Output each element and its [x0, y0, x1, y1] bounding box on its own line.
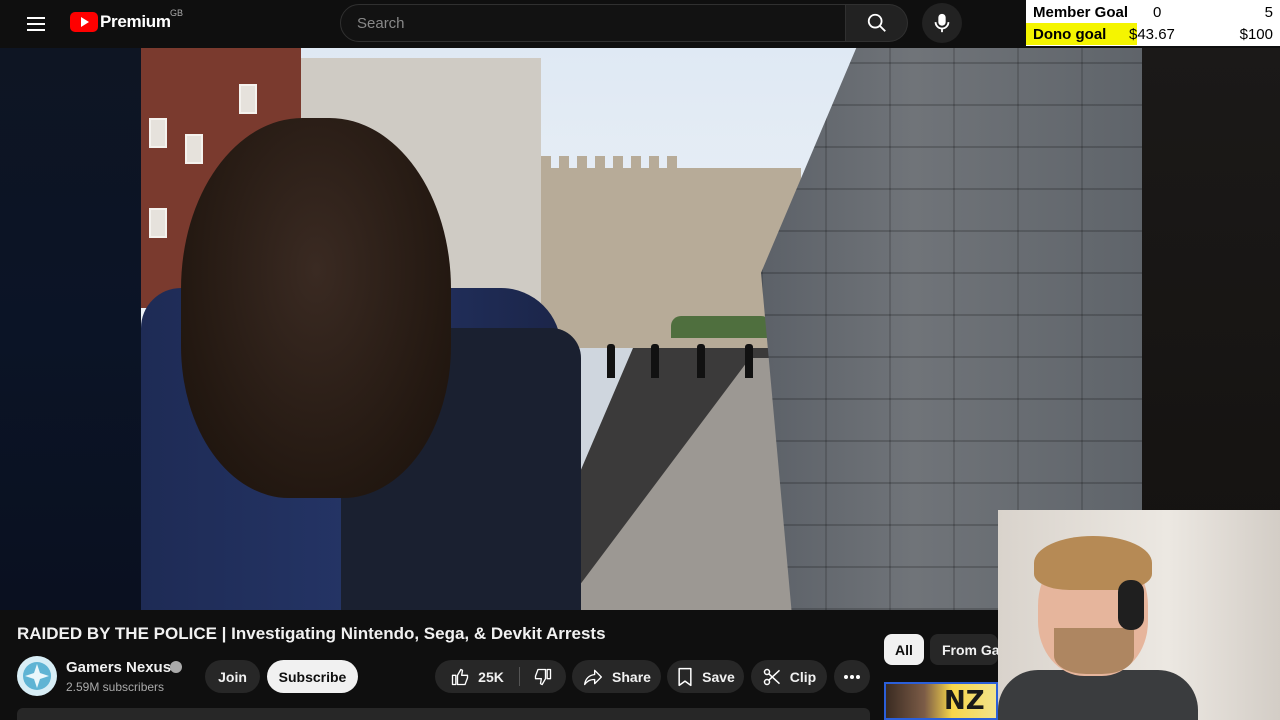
dono-goal-label: Dono goal [1033, 25, 1107, 43]
dislike-button[interactable] [520, 660, 566, 693]
video-bollard [651, 344, 659, 378]
member-goal-current: 0 [1153, 3, 1162, 21]
member-goal-row: Member Goal 0 5 [1026, 1, 1280, 23]
search-icon [867, 13, 886, 32]
subscriber-count: 2.59M subscribers [66, 680, 165, 694]
clip-button[interactable]: Clip [751, 660, 827, 693]
dono-goal-target: $100 [1239, 25, 1273, 43]
channel-name[interactable]: Gamers Nexus [66, 659, 171, 676]
like-dislike-group: 25K [435, 660, 566, 693]
chip-from-channel[interactable]: From Gamers Nexus [930, 634, 998, 665]
video-person [141, 108, 581, 610]
subscribe-button[interactable]: Subscribe [267, 660, 358, 693]
headset-icon [1118, 580, 1144, 630]
member-goal-label: Member Goal [1033, 3, 1129, 21]
more-actions-button[interactable] [834, 660, 870, 693]
region-code: GB [170, 8, 184, 18]
webcam-person-beard [1054, 628, 1134, 674]
save-label: Save [702, 668, 735, 685]
thumbnail-text: NZ [944, 686, 985, 716]
channel-avatar[interactable] [17, 656, 57, 696]
save-button[interactable]: Save [667, 660, 744, 693]
chip-all[interactable]: All [884, 634, 924, 665]
dono-goal-current: $43.67 [1129, 25, 1175, 43]
mic-icon [934, 13, 950, 33]
search-bar [340, 4, 908, 42]
member-goal-target: 5 [1264, 3, 1273, 21]
clip-icon [763, 668, 780, 685]
join-button[interactable]: Join [205, 660, 260, 693]
clip-label: Clip [789, 668, 817, 685]
share-button[interactable]: Share [572, 660, 661, 693]
gamers-nexus-logo-icon [23, 662, 51, 690]
logo-text: Premium [100, 12, 171, 31]
video-bollard [745, 344, 753, 378]
dislike-icon [534, 668, 552, 685]
more-icon [844, 674, 860, 679]
description-box[interactable] [17, 708, 870, 720]
menu-icon[interactable] [20, 8, 52, 40]
webcam-overlay [998, 510, 1280, 720]
stream-goals-overlay: Member Goal 0 5 Dono goal $43.67 $100 [1026, 0, 1280, 46]
video-frame [141, 48, 1142, 610]
video-bollard [697, 344, 705, 378]
search-button[interactable] [846, 4, 908, 42]
youtube-premium-logo[interactable]: Premium [70, 10, 171, 34]
video-hedge [671, 316, 771, 338]
save-icon [678, 667, 692, 686]
voice-search-button[interactable] [922, 3, 962, 43]
youtube-logo-icon [70, 12, 98, 32]
share-icon [584, 669, 603, 685]
like-button[interactable]: 25K [435, 660, 519, 693]
video-title: RAIDED BY THE POLICE | Investigating Nin… [17, 624, 606, 643]
share-label: Share [612, 668, 651, 685]
video-person-hair [181, 118, 451, 498]
webcam-person-body [998, 670, 1198, 720]
search-input[interactable] [340, 4, 846, 42]
video-bollard [607, 344, 615, 378]
verified-icon [170, 661, 182, 673]
player-blur-left [0, 48, 141, 610]
related-video-thumbnail[interactable]: NZ [884, 682, 998, 720]
like-icon [451, 668, 469, 685]
like-count: 25K [478, 668, 504, 685]
dono-goal-row: Dono goal $43.67 $100 [1026, 23, 1280, 45]
